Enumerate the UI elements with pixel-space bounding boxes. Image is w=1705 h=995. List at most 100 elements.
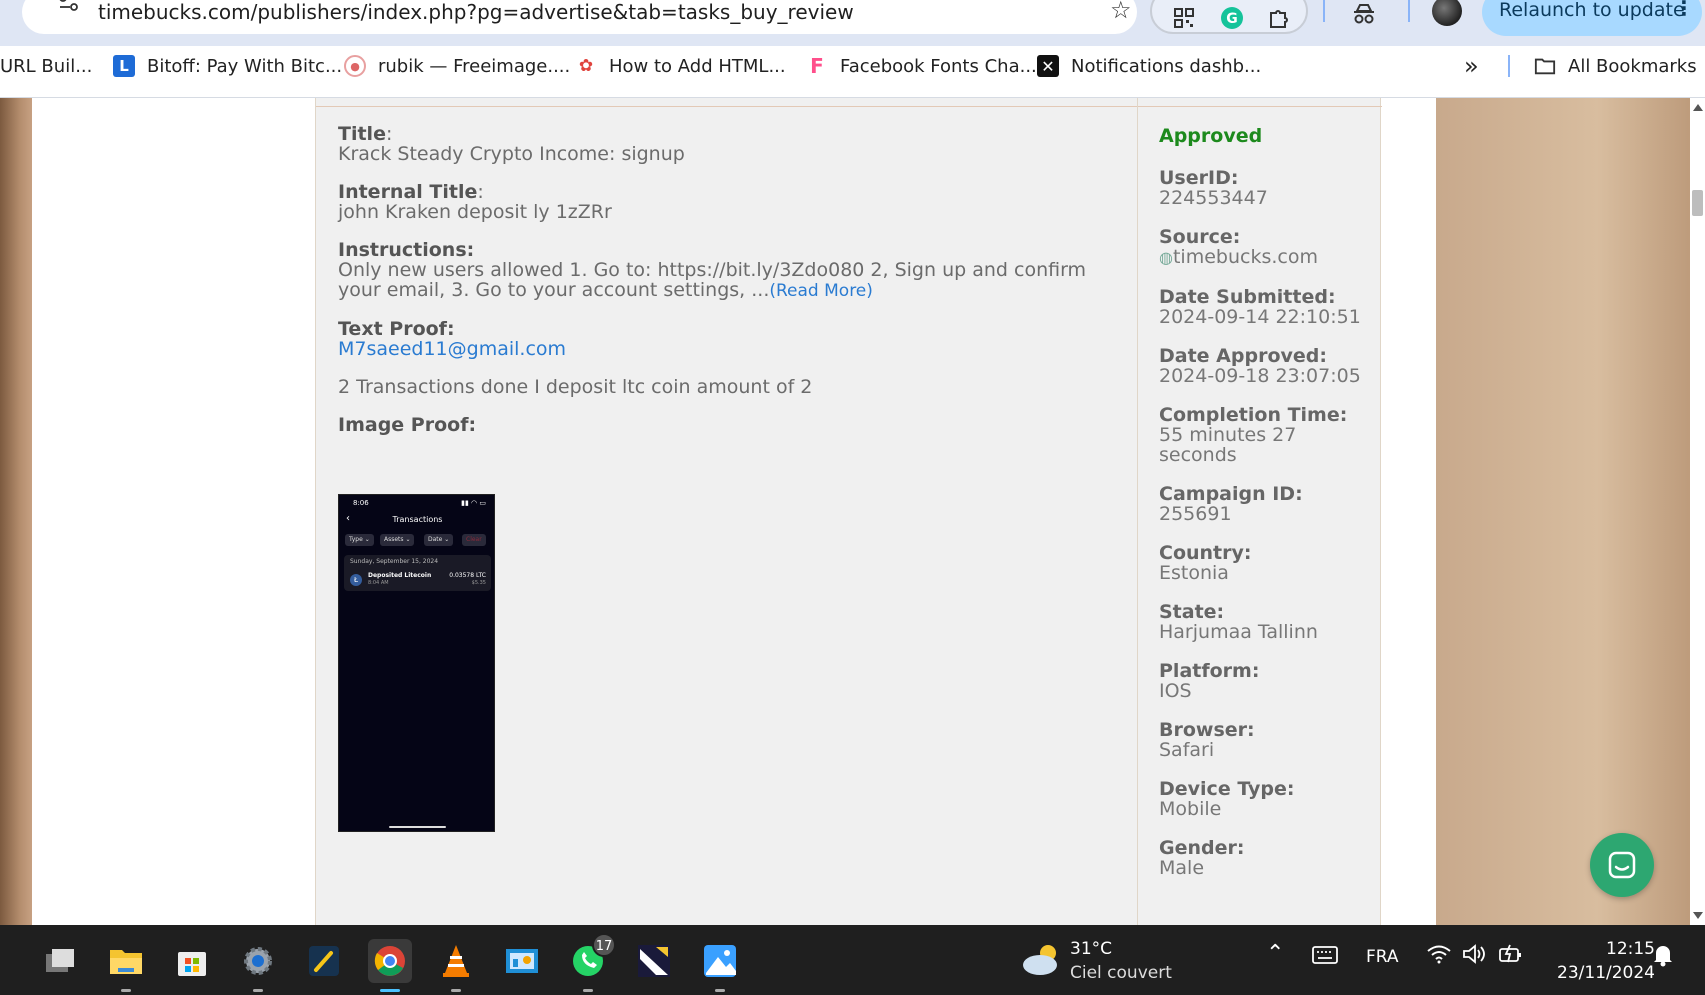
extensions-puzzle-icon[interactable] xyxy=(1264,4,1292,32)
pen-app-icon[interactable] xyxy=(302,939,346,983)
meta-field: Completion Time: 55 minutes 27 seconds xyxy=(1159,404,1348,466)
meta-field: Campaign ID: 255691 xyxy=(1159,483,1303,525)
notifications-bell-icon[interactable] xyxy=(1652,943,1674,972)
meta-field: Device Type: Mobile xyxy=(1159,778,1295,820)
url-text[interactable]: timebucks.com/publishers/index.php?pg=ad… xyxy=(98,0,854,24)
filter-chip: Type ⌄ xyxy=(345,534,374,546)
proof-transaction-box: Sunday, September 15, 2024 Ł Deposited L… xyxy=(344,555,491,591)
scroll-down-icon[interactable] xyxy=(1693,912,1703,919)
bookmark-label: URL Buil... xyxy=(0,55,93,77)
bitoff-icon: L xyxy=(113,55,135,77)
vlc-icon[interactable] xyxy=(434,939,478,992)
chrome-icon[interactable] xyxy=(368,939,412,992)
profile-avatar[interactable] xyxy=(1432,0,1462,26)
task-view-icon[interactable] xyxy=(38,939,82,983)
image-proof-label: Image Proof: xyxy=(338,414,477,436)
bookmarks-overflow-button[interactable]: » xyxy=(1464,46,1479,86)
filter-chip: Clear xyxy=(462,534,486,546)
settings-gear-icon[interactable] xyxy=(236,939,280,992)
submission-meta: Approved UserID: 224553447 Source: ◍timebu… xyxy=(1159,126,1369,897)
browser-toolbar: timebucks.com/publishers/index.php?pg=ad… xyxy=(0,0,1705,46)
bookmark-html[interactable]: ✿ How to Add HTML... xyxy=(575,46,786,86)
microsoft-store-icon[interactable] xyxy=(170,939,214,983)
phone-home-bar xyxy=(389,826,446,828)
incognito-icon[interactable] xyxy=(1350,0,1378,28)
read-more-link[interactable]: (Read More) xyxy=(769,281,873,301)
clock-date: 23/11/2024 xyxy=(1557,963,1655,983)
svg-text:G: G xyxy=(1226,11,1238,27)
wifi-icon[interactable] xyxy=(1426,943,1452,970)
overflow-label: » xyxy=(1464,52,1479,80)
scrollbar-thumb[interactable] xyxy=(1692,190,1703,216)
volume-icon[interactable] xyxy=(1462,943,1488,970)
capcut-icon[interactable] xyxy=(632,939,676,983)
meta-field: Browser: Safari xyxy=(1159,719,1255,761)
bookmark-facebook-fonts[interactable]: F Facebook Fonts Cha... xyxy=(806,46,1037,86)
meta-field: Date Approved: 2024-09-18 23:07:05 xyxy=(1159,345,1361,387)
windows-taskbar: 17 31°C Ciel couvert ⌃ FRA 12:15 23/11/2… xyxy=(0,925,1705,995)
relaunch-label: Relaunch to update xyxy=(1499,0,1685,21)
meta-field: Platform: IOS xyxy=(1159,660,1260,702)
scroll-up-icon[interactable] xyxy=(1693,104,1703,111)
page-scrollbar[interactable] xyxy=(1690,98,1705,925)
bookmark-label: How to Add HTML... xyxy=(609,55,786,77)
bookmark-notifications[interactable]: ✕ Notifications dashb... xyxy=(1037,46,1261,86)
source-favicon-icon: ◍ xyxy=(1159,248,1173,267)
system-clock[interactable]: 12:15 23/11/2024 xyxy=(1545,937,1655,985)
weather-temp: 31°C xyxy=(1070,939,1113,959)
internal-title-label: Internal Title xyxy=(338,181,478,203)
chat-widget-button[interactable] xyxy=(1590,833,1654,897)
filter-chip: Date ⌄ xyxy=(424,534,454,546)
meta-field: UserID: 224553447 xyxy=(1159,167,1268,209)
bookmark-label: rubik — Freeimage.... xyxy=(378,55,571,77)
folder-icon xyxy=(1534,55,1556,77)
language-indicator[interactable]: FRA xyxy=(1366,947,1399,967)
proof-date: Sunday, September 15, 2024 xyxy=(350,558,439,565)
proof-tx-usd: $5.35 xyxy=(471,580,486,586)
battery-charging-icon[interactable] xyxy=(1498,943,1524,970)
task-details: Title: Krack Steady Crypto Income: signu… xyxy=(338,124,1118,435)
extensions-group: G xyxy=(1150,0,1308,34)
show-hidden-icons-chevron[interactable]: ⌃ xyxy=(1266,941,1284,966)
weather-description: Ciel couvert xyxy=(1070,963,1172,983)
title-label: Title xyxy=(338,123,386,145)
internal-title-value: john Kraken deposit ly 1zZRr xyxy=(338,201,612,223)
title-field: Title: Krack Steady Crypto Income: signu… xyxy=(338,124,1118,164)
instructions-label: Instructions: xyxy=(338,239,475,261)
internal-title-field: Internal Title: john Kraken deposit ly 1… xyxy=(338,182,1118,222)
site-info-icon[interactable] xyxy=(58,0,80,12)
proof-image-thumbnail[interactable]: 8:06 ▮▮ ◠ ▭ ‹ Transactions Type ⌄ Assets… xyxy=(338,494,495,832)
whatsapp-icon[interactable]: 17 xyxy=(566,933,616,992)
qr-code-icon[interactable] xyxy=(1170,4,1198,32)
page-background xyxy=(1436,98,1705,925)
text-proof-label: Text Proof: xyxy=(338,318,455,340)
text-proof-note: 2 Transactions done I deposit ltc coin a… xyxy=(338,376,813,398)
more-menu-icon[interactable]: ⋮ xyxy=(1674,0,1694,20)
bookmark-star-icon[interactable]: ☆ xyxy=(1110,0,1132,24)
page-viewport: Title: Krack Steady Crypto Income: signu… xyxy=(0,98,1705,925)
review-card: Title: Krack Steady Crypto Income: signu… xyxy=(315,98,1382,925)
bookmark-freeimage[interactable]: ● rubik — Freeimage.... xyxy=(344,46,570,86)
notification-badge: 17 xyxy=(592,933,616,957)
file-explorer-icon[interactable] xyxy=(104,939,148,992)
fonts-icon: F xyxy=(810,54,824,78)
photos-icon[interactable] xyxy=(698,939,742,992)
bookmark-url-builder[interactable]: URL Buil... xyxy=(0,46,92,86)
presentation-app-icon[interactable] xyxy=(500,939,544,983)
relaunch-button[interactable]: Relaunch to update ⋮ xyxy=(1482,0,1702,36)
html-icon: ✿ xyxy=(578,56,594,76)
bookmarks-bar: URL Buil... L Bitoff: Pay With Bitc... ●… xyxy=(0,46,1705,98)
instructions-field: Instructions: Only new users allowed 1. … xyxy=(338,240,1118,301)
bookmark-label: Bitoff: Pay With Bitc... xyxy=(147,55,343,77)
proof-tx-time: 8:04 AM xyxy=(368,580,389,586)
grammarly-icon[interactable]: G xyxy=(1218,4,1246,32)
phone-status-icons: ▮▮ ◠ ▭ xyxy=(461,499,486,507)
text-proof-field: Text Proof: M7saeed11@gmail.com xyxy=(338,319,1118,359)
bookmark-bitoff[interactable]: L Bitoff: Pay With Bitc... xyxy=(113,46,342,86)
bookmark-label: Notifications dashb... xyxy=(1071,55,1262,77)
instructions-value: Only new users allowed 1. Go to: https:/… xyxy=(338,259,1087,301)
keyboard-icon[interactable] xyxy=(1312,945,1338,970)
address-bar[interactable]: timebucks.com/publishers/index.php?pg=ad… xyxy=(22,0,1137,34)
text-proof-email-link[interactable]: M7saeed11@gmail.com xyxy=(338,339,1118,359)
all-bookmarks-button[interactable]: All Bookmarks xyxy=(1534,46,1697,86)
